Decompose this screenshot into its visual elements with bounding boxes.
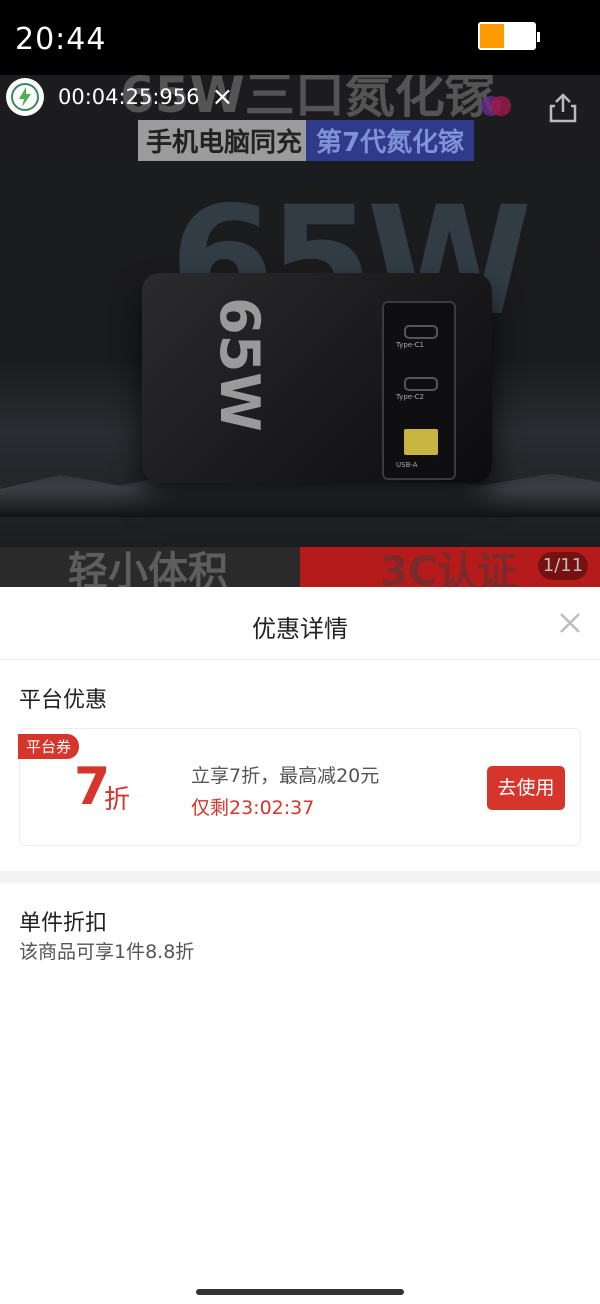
status-bar: 20:44 xyxy=(0,0,600,75)
port-label-c1: Type-C1 xyxy=(396,341,424,349)
port-label-a: USB-A xyxy=(396,461,418,469)
coupon-countdown: 仅剩23:02:37 xyxy=(191,797,315,819)
recording-timer: 00:04:25:956 xyxy=(58,85,200,109)
platform-discount-title: 平台优惠 xyxy=(19,688,108,713)
image-page-indicator: 1/11 xyxy=(538,552,588,580)
home-indicator[interactable] xyxy=(196,1289,404,1295)
charger-port-panel: Type-C1 Type-C2 USB-A xyxy=(382,301,456,480)
feature-text-left: 轻小体积 xyxy=(68,549,228,587)
item-discount-description: 该商品可享1件8.8折 xyxy=(19,941,195,963)
banner-tag-left: 手机电脑同充 xyxy=(138,120,311,161)
coupon-description: 立享7折，最高减20元 xyxy=(191,765,380,787)
close-icon[interactable] xyxy=(558,611,582,635)
screen-recorder-pill[interactable]: 00:04:25:956 × xyxy=(0,77,233,117)
coupon-type-badge: 平台券 xyxy=(18,734,80,759)
sheet-header: 优惠详情 xyxy=(0,587,600,660)
usb-a-port xyxy=(404,429,438,455)
usb-c-port-1 xyxy=(404,325,438,339)
sheet-title: 优惠详情 xyxy=(252,615,348,643)
charger-65w-label: 65W xyxy=(207,297,271,432)
recorder-app-icon xyxy=(6,78,44,116)
charger-image: 65W Type-C1 Type-C2 USB-A xyxy=(142,273,492,483)
battery-icon xyxy=(478,22,540,50)
section-divider xyxy=(0,871,600,883)
close-icon[interactable]: × xyxy=(211,82,233,112)
product-image-carousel[interactable]: 65W三口氮化镓 手机电脑同充 第7代氮化镓 65W 65W Type-C1 T… xyxy=(0,75,600,587)
status-time: 20:44 xyxy=(15,22,107,57)
item-discount-title: 单件折扣 xyxy=(19,911,108,936)
share-icon[interactable] xyxy=(548,92,578,124)
battery-tip xyxy=(537,32,540,42)
platform-coupon-card: 平台券 7 折 立享7折，最高减20元 仅剩23:02:37 去使用 xyxy=(18,728,581,846)
usb-c-port-2 xyxy=(404,377,438,391)
banner-tag-right: 第7代氮化镓 xyxy=(306,120,475,161)
battery-level-fill xyxy=(480,24,505,48)
feature-text-right: 3C认证 xyxy=(380,549,518,587)
use-coupon-button[interactable]: 去使用 xyxy=(487,766,565,810)
coupon-discount-unit: 折 xyxy=(104,785,131,815)
brand-logo-icon xyxy=(481,96,511,116)
port-label-c2: Type-C2 xyxy=(396,393,424,401)
